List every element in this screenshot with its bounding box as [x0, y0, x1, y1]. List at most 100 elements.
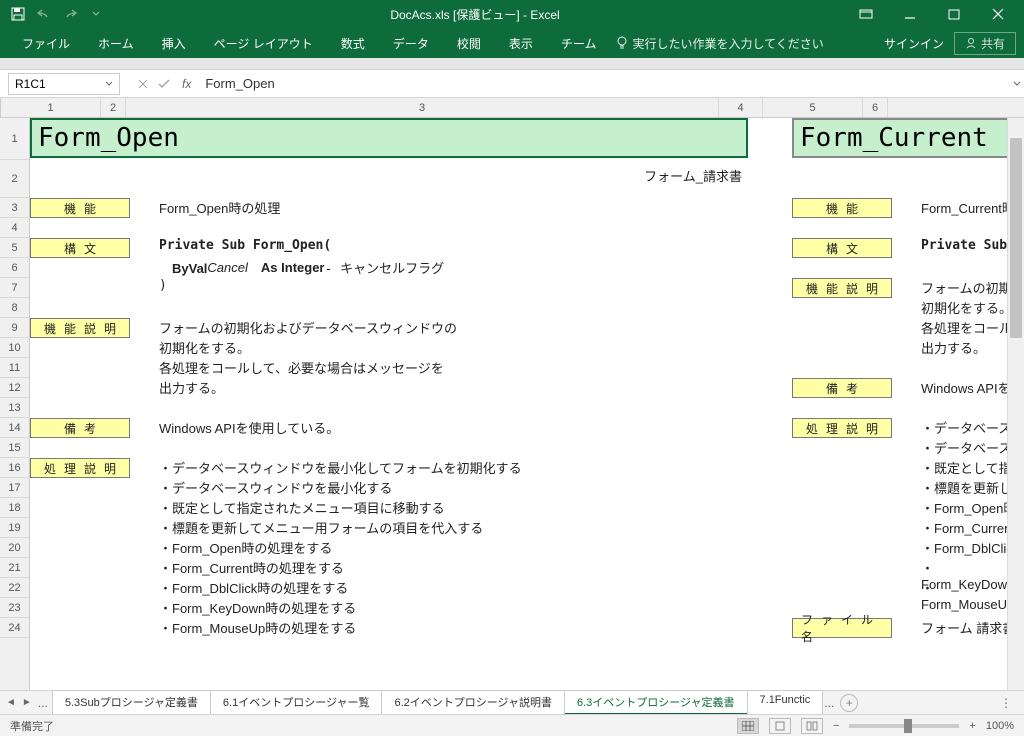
view-pagebreak-icon[interactable]: [801, 718, 823, 734]
ribbon-tabs: ファイル ホーム 挿入 ページ レイアウト 数式 データ 校閲 表示 チーム 実…: [0, 28, 1024, 58]
tab-team[interactable]: チーム: [547, 28, 611, 58]
label-notes: 備考: [30, 418, 130, 438]
row-header[interactable]: 18: [0, 498, 29, 518]
row-header[interactable]: 15: [0, 438, 29, 458]
tab-view[interactable]: 表示: [495, 28, 547, 58]
tell-me-label: 実行したい作業を入力してください: [632, 35, 823, 52]
undo-icon[interactable]: [36, 6, 52, 22]
tab-formulas[interactable]: 数式: [327, 28, 379, 58]
close-button[interactable]: [978, 2, 1018, 26]
cell-notes-text: Windows APIを使用している。: [155, 418, 339, 437]
row-header[interactable]: 3: [0, 198, 29, 218]
enter-icon[interactable]: [158, 79, 170, 89]
maximize-button[interactable]: [934, 2, 974, 26]
vertical-scrollbar[interactable]: [1007, 118, 1024, 690]
window-controls: [846, 2, 1018, 26]
row-header[interactable]: 23: [0, 598, 29, 618]
row-header[interactable]: 5: [0, 238, 29, 258]
label-syntax-r: 構文: [792, 238, 892, 258]
cell-grid[interactable]: Form_Open フォーム_請求書 機能 Form_Open時の処理 構文 P…: [30, 118, 1024, 690]
tab-pagelayout[interactable]: ページ レイアウト: [200, 28, 327, 58]
tab-insert[interactable]: 挿入: [148, 28, 200, 58]
row-header[interactable]: 2: [0, 160, 29, 198]
column-headers: 123456: [0, 98, 1024, 118]
cell-title-form-current[interactable]: Form_Current: [792, 118, 1024, 158]
row-header[interactable]: 14: [0, 418, 29, 438]
row-header[interactable]: 1: [0, 118, 29, 160]
zoom-out-button[interactable]: −: [833, 720, 839, 732]
row-header[interactable]: 24: [0, 618, 29, 638]
sheet-tab[interactable]: 6.1イベントプロシージャー覧: [210, 690, 383, 715]
label-syntax: 構文: [30, 238, 130, 258]
name-box[interactable]: R1C1: [8, 73, 120, 95]
row-header[interactable]: 13: [0, 398, 29, 418]
column-header[interactable]: 6: [863, 98, 888, 117]
zoom-slider-knob[interactable]: [904, 719, 912, 733]
sheet-tab[interactable]: 5.3Subプロシージャ定義書: [52, 690, 211, 715]
row-header[interactable]: 12: [0, 378, 29, 398]
row-header[interactable]: 20: [0, 538, 29, 558]
tab-review[interactable]: 校閲: [443, 28, 495, 58]
tab-file[interactable]: ファイル: [8, 28, 84, 58]
tab-data[interactable]: データ: [379, 28, 443, 58]
tabs-overflow-next[interactable]: ...: [824, 696, 834, 710]
ribbon-spacer: [0, 58, 1024, 70]
row-header[interactable]: 22: [0, 578, 29, 598]
row-header[interactable]: 10: [0, 338, 29, 358]
formula-expand-icon[interactable]: [1010, 81, 1024, 87]
zoom-slider[interactable]: [849, 724, 959, 728]
row-header[interactable]: 19: [0, 518, 29, 538]
tabs-overflow-prev[interactable]: ...: [38, 696, 48, 710]
zoom-level[interactable]: 100%: [986, 720, 1014, 732]
view-normal-icon[interactable]: [737, 718, 759, 734]
sheet-tab[interactable]: 6.3イベントプロシージャ定義書: [564, 690, 748, 715]
column-header[interactable]: 5: [763, 98, 863, 117]
tell-me-search[interactable]: 実行したい作業を入力してください: [616, 35, 823, 52]
ribbon-display-icon[interactable]: [846, 2, 886, 26]
chevron-down-icon[interactable]: [105, 81, 113, 87]
row-header[interactable]: 21: [0, 558, 29, 578]
cell-syntax-r: Private Sub: [917, 238, 1007, 253]
row-header[interactable]: 11: [0, 358, 29, 378]
minimize-button[interactable]: [890, 2, 930, 26]
column-header[interactable]: 2: [101, 98, 126, 117]
sheet-tab[interactable]: 7.1Functic: [747, 690, 824, 715]
cell-func-r: Form_Current時: [917, 198, 1015, 217]
zoom-in-button[interactable]: +: [969, 720, 975, 732]
share-button[interactable]: 共有: [954, 32, 1016, 55]
tab-menu-icon[interactable]: ⋮: [1000, 696, 1012, 710]
row-header[interactable]: 8: [0, 298, 29, 318]
column-header[interactable]: 3: [126, 98, 719, 117]
fx-icon[interactable]: fx: [182, 77, 191, 91]
tab-nav[interactable]: ◄ ►: [6, 697, 32, 708]
row-header[interactable]: 4: [0, 218, 29, 238]
label-desc: 機能説明: [30, 318, 130, 338]
tab-nav-next-icon[interactable]: ►: [22, 697, 32, 708]
formula-bar-buttons: [138, 79, 170, 89]
tab-home[interactable]: ホーム: [84, 28, 148, 58]
signin-link[interactable]: サインイン: [884, 35, 944, 52]
cell-file-r: フォーム 請求書: [917, 618, 1015, 637]
cell-syntax-0: Private Sub Form_Open(: [155, 238, 331, 253]
cell-title-form-open[interactable]: Form_Open: [30, 118, 748, 158]
row-header[interactable]: 9: [0, 318, 29, 338]
column-header[interactable]: 1: [1, 98, 101, 117]
cell-desc-r0: フォームの初期: [917, 278, 1012, 297]
cell-desc-3: 出力する。: [155, 378, 224, 397]
cancel-icon[interactable]: [138, 79, 148, 89]
row-header[interactable]: 6: [0, 258, 29, 278]
save-icon[interactable]: [10, 6, 26, 22]
column-header[interactable]: 4: [719, 98, 763, 117]
add-sheet-button[interactable]: +: [840, 694, 858, 712]
redo-icon[interactable]: [62, 6, 78, 22]
qat-dropdown-icon[interactable]: [88, 6, 104, 22]
scrollbar-thumb[interactable]: [1010, 138, 1022, 338]
sheet-tab[interactable]: 6.2イベントプロシージャ説明書: [381, 690, 565, 715]
row-header[interactable]: 16: [0, 458, 29, 478]
view-pagelayout-icon[interactable]: [769, 718, 791, 734]
tab-nav-prev-icon[interactable]: ◄: [6, 697, 16, 708]
row-header[interactable]: 17: [0, 478, 29, 498]
formula-input[interactable]: Form_Open: [205, 76, 1010, 91]
cell-subtitle: フォーム_請求書: [530, 166, 748, 185]
row-header[interactable]: 7: [0, 278, 29, 298]
